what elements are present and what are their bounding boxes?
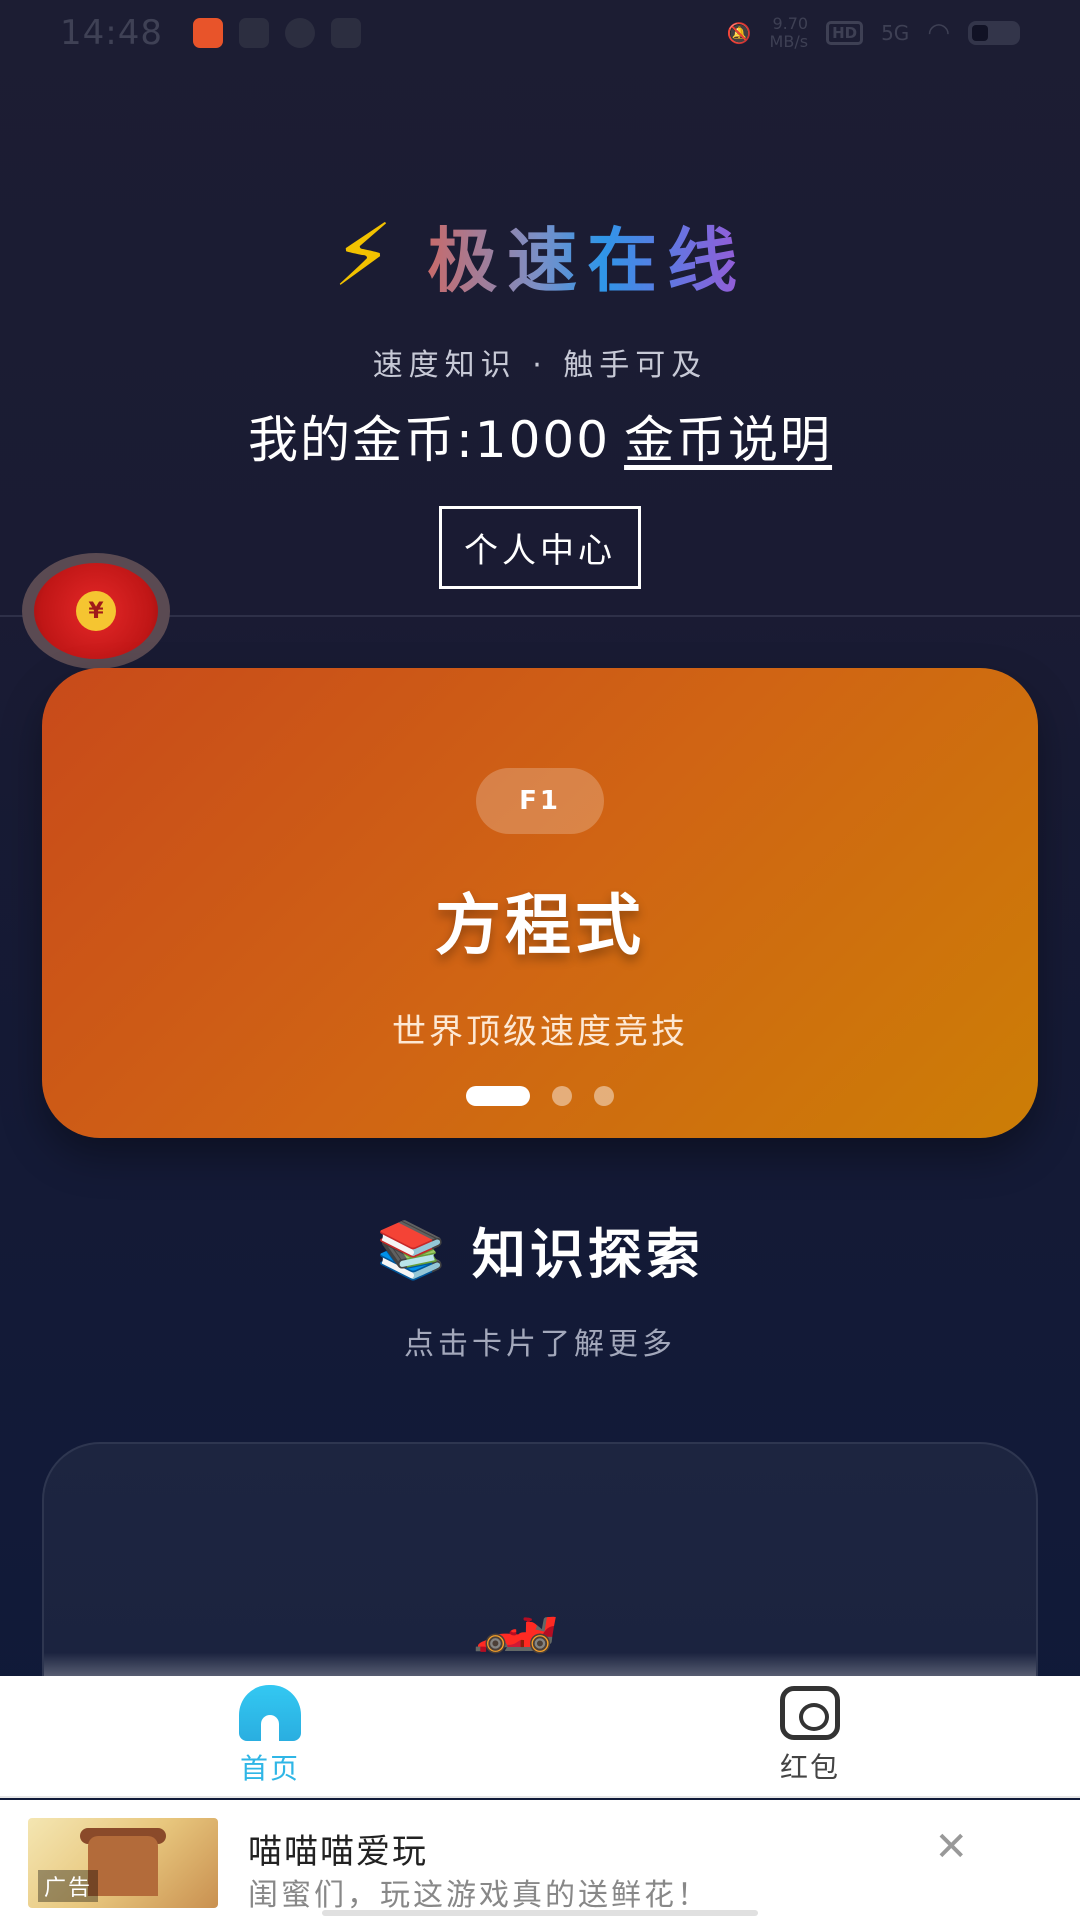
status-left: 14:48 [60,13,361,53]
tiktok-icon [330,18,361,48]
net-speed-unit: MB/s [769,32,809,51]
coins-balance: 我的金币:1000 [247,411,611,469]
battery-icon [968,21,1020,45]
books-icon: 📚 [376,1217,446,1283]
net-speed-value: 9.70 [772,14,809,33]
carousel-dot-1[interactable] [466,1086,530,1106]
section-title-text: 知识探索 [471,1223,704,1286]
coins-line: 我的金币:1000 金币说明 [0,400,1080,472]
ad-banner[interactable]: 广告 喵喵喵爱玩 闺蜜们，玩这游戏真的送鲜花！ ✕ [0,1800,1080,1920]
tab-red-packet[interactable]: 红包 [540,1676,1080,1796]
status-time: 14:48 [60,13,163,53]
mail-icon [238,18,269,48]
ad-badge: 广告 [38,1870,99,1902]
section-subtitle: 点击卡片了解更多 [404,1327,676,1362]
app-subtitle: 速度知识 · 触手可及 [372,348,708,383]
carousel-dots [42,1086,1038,1106]
floating-red-packet-button[interactable]: ¥ [22,553,170,669]
carousel-dot-2[interactable] [552,1086,572,1106]
home-indicator [322,1910,758,1916]
lightning-bolt-icon: ⚡ [332,205,394,306]
tab-red-packet-label: 红包 [779,1751,840,1784]
app-title: ⚡ 极速在线 [0,205,1080,306]
ad-image: 广告 [28,1818,218,1908]
header: ⚡ 极速在线 速度知识 · 触手可及 我的金币:1000 金币说明 个人中心 [0,205,1080,589]
carousel-dot-3[interactable] [594,1086,614,1106]
wechat-icon [284,18,315,48]
knowledge-section-header: 📚 知识探索 点击卡片了解更多 [0,1210,1080,1363]
tab-home-label: 首页 [239,1752,300,1785]
status-right: 🔕 9.70 MB/s HD 5G ◠ [727,15,1020,51]
yuan-coin-icon: ¥ [76,591,116,631]
wifi-icon: ◠ [927,18,950,48]
red-packet-tab-icon [780,1686,840,1740]
f1-banner-card[interactable]: F1 方程式 世界顶级速度竞技 [42,668,1038,1138]
hd-badge: HD [826,21,864,45]
tab-home[interactable]: 首页 [0,1676,540,1796]
app-title-text: 极速在线 [427,205,747,306]
personal-center-button[interactable]: 个人中心 [439,506,641,589]
signal-indicator: 5G [881,21,910,45]
status-bar: 14:48 🔕 9.70 MB/s HD 5G ◠ [0,0,1080,66]
mute-icon: 🔕 [726,21,752,45]
red-packet-icon: ¥ [34,563,158,659]
net-speed: 9.70 MB/s [770,15,809,51]
race-car-icon: 🏎️ [472,1574,560,1656]
coins-help-link[interactable]: 金币说明 [624,411,832,469]
ad-title: 喵喵喵爱玩 [248,1832,428,1872]
banner-title: 方程式 [435,887,645,964]
home-icon [239,1685,301,1741]
bottom-tab-bar: 首页 红包 [0,1676,1080,1798]
section-title: 📚 知识探索 [0,1210,1080,1289]
banner-tag: F1 [476,768,604,834]
shopping-app-icon [192,18,223,48]
ad-description: 闺蜜们，玩这游戏真的送鲜花！ [248,1878,710,1913]
close-icon[interactable]: ✕ [934,1824,968,1870]
banner-subtitle: 世界顶级速度竞技 [392,1012,688,1052]
